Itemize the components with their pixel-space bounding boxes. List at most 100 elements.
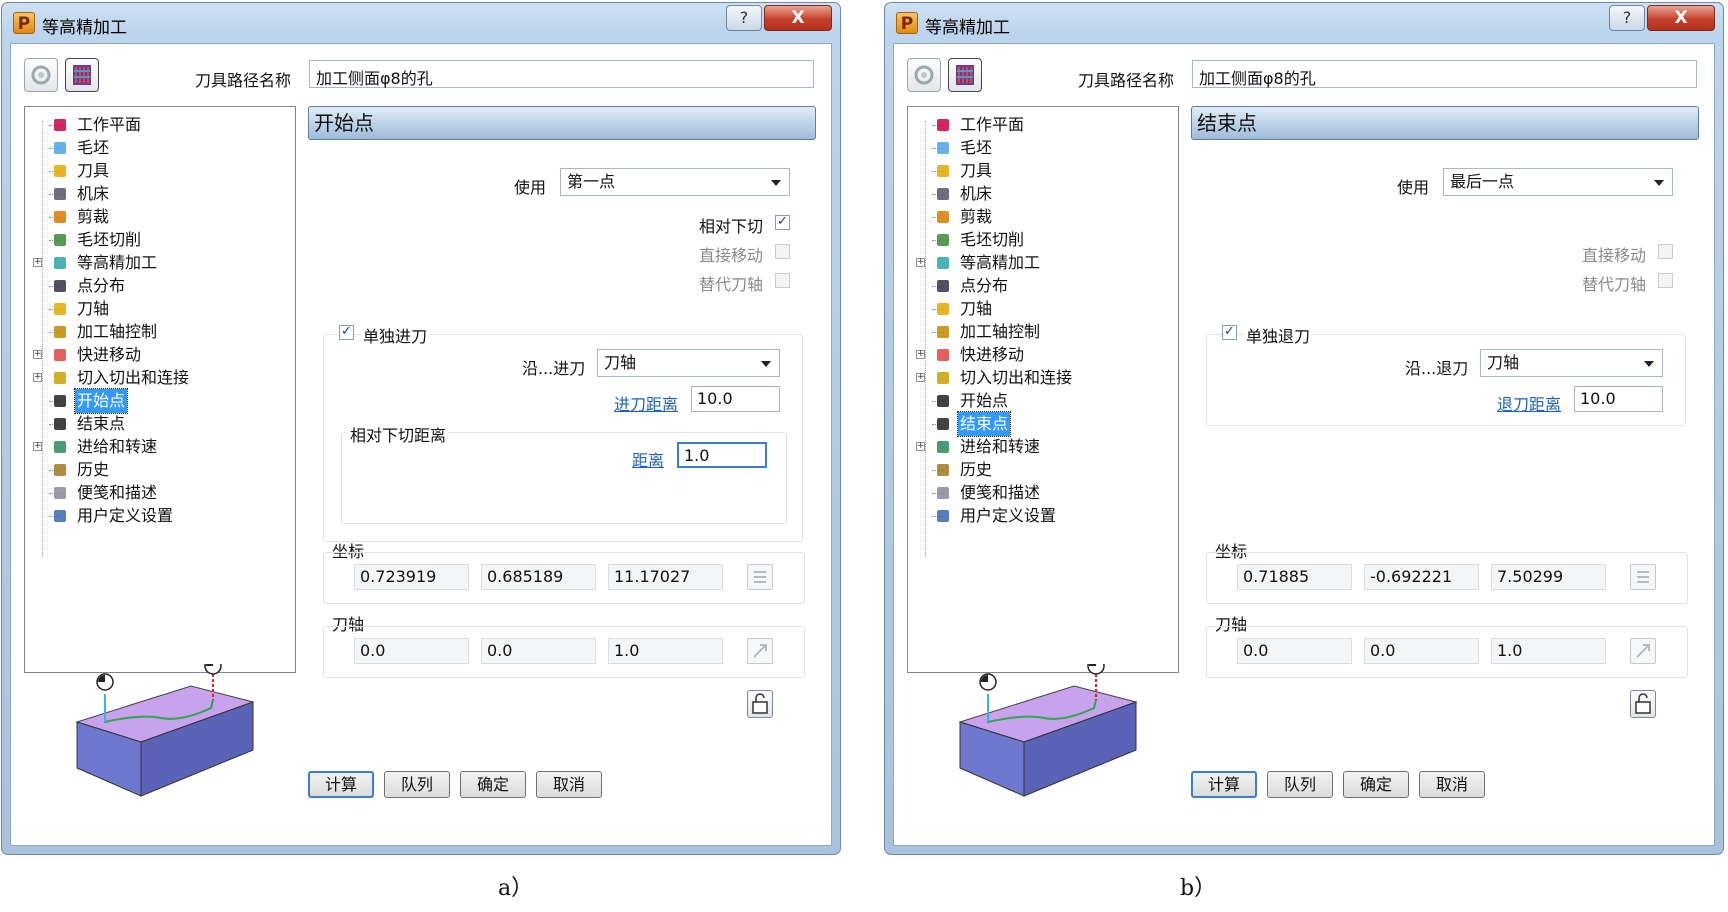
trim-icon bbox=[934, 208, 952, 226]
direct-move-checkbox[interactable] bbox=[775, 244, 790, 259]
axis-control-icon bbox=[51, 323, 69, 341]
tool-axis-edit-button[interactable] bbox=[747, 638, 773, 664]
expand-icon[interactable]: + bbox=[916, 350, 925, 359]
tree-guide-line bbox=[925, 121, 926, 557]
leads-links-icon bbox=[934, 369, 952, 387]
along-dropdown[interactable]: 刀轴 bbox=[597, 349, 780, 377]
use-dropdown[interactable]: 最后一点 bbox=[1443, 168, 1673, 196]
coordinates-list-button[interactable] bbox=[1630, 564, 1656, 590]
tree-item-label: 进给和转速 bbox=[77, 437, 158, 456]
queue-button[interactable]: 队列 bbox=[1267, 771, 1333, 798]
tree-item-label: 毛坯 bbox=[77, 138, 110, 157]
stock-cut-icon bbox=[51, 231, 69, 249]
axis-arrow-icon bbox=[753, 644, 767, 658]
toolpath-name-input[interactable]: 加工侧面φ8的孔 bbox=[1192, 60, 1697, 88]
lock-button[interactable] bbox=[1630, 690, 1656, 718]
check-icon: ✓ bbox=[777, 214, 788, 229]
use-dropdown[interactable]: 第一点 bbox=[560, 168, 790, 196]
along-dropdown[interactable]: 刀轴 bbox=[1480, 349, 1663, 377]
plunge-distance-input[interactable]: 1.0 bbox=[677, 442, 767, 468]
tree-item-label: 用户定义设置 bbox=[77, 506, 174, 525]
user-settings-icon bbox=[934, 507, 952, 525]
calculate-button[interactable]: 计算 bbox=[1191, 771, 1257, 798]
alt-axis-checkbox[interactable] bbox=[1658, 273, 1673, 288]
lock-button[interactable] bbox=[747, 690, 773, 718]
tree-item-label: 快进移动 bbox=[960, 345, 1025, 364]
expand-icon[interactable]: + bbox=[33, 442, 42, 451]
lead-out-distance-link[interactable]: 退刀距离 bbox=[1497, 391, 1561, 415]
queue-button[interactable]: 队列 bbox=[384, 771, 450, 798]
close-button[interactable]: X bbox=[1647, 5, 1715, 31]
toolpath-settings-button[interactable] bbox=[24, 58, 58, 92]
tree-item-label: 便笺和描述 bbox=[77, 483, 158, 502]
lead-in-distance-input[interactable]: 10.0 bbox=[691, 386, 780, 412]
notes-icon bbox=[934, 484, 952, 502]
close-button[interactable]: X bbox=[764, 5, 832, 31]
tool-axis-icon bbox=[51, 300, 69, 318]
tree-item-label: 切入切出和连接 bbox=[960, 368, 1073, 387]
ok-button[interactable]: 确定 bbox=[460, 771, 526, 798]
toolpath-settings-button[interactable] bbox=[907, 58, 941, 92]
title-bar[interactable]: P 等高精加工 ? X bbox=[2, 3, 840, 43]
relative-plunge-checkbox[interactable]: ✓ bbox=[775, 215, 790, 230]
help-button[interactable]: ? bbox=[726, 5, 762, 31]
calculate-button[interactable]: 计算 bbox=[308, 771, 374, 798]
use-dropdown-value: 第一点 bbox=[567, 172, 616, 191]
separate-lead-in-checkbox[interactable]: ✓ bbox=[339, 325, 354, 340]
chevron-down-icon bbox=[771, 180, 781, 186]
tool-axis-k: 1.0 bbox=[1491, 638, 1606, 664]
caption-a: a） bbox=[498, 876, 534, 901]
use-dropdown-value: 最后一点 bbox=[1450, 172, 1515, 191]
tree-item-label: 便笺和描述 bbox=[960, 483, 1041, 502]
chevron-down-icon bbox=[1644, 361, 1654, 367]
workplane-icon bbox=[51, 116, 69, 134]
direct-move-checkbox[interactable] bbox=[1658, 244, 1673, 259]
settings-tree[interactable]: 工作平面 毛坯 刀具 机床 剪裁 毛坯切削 + 等高精加工 点分布 刀轴 加工轴控制 + 快进移动 + 切入… bbox=[24, 106, 296, 673]
expand-icon[interactable]: + bbox=[33, 373, 42, 382]
expand-icon[interactable]: + bbox=[916, 373, 925, 382]
machine-icon bbox=[51, 185, 69, 203]
tool-axis-j: 0.0 bbox=[1364, 638, 1479, 664]
chevron-down-icon bbox=[1654, 180, 1664, 186]
check-icon: ✓ bbox=[341, 324, 352, 339]
expand-icon[interactable]: + bbox=[33, 350, 42, 359]
tool-axis-edit-button[interactable] bbox=[1630, 638, 1656, 664]
toolpath-preview-button[interactable] bbox=[948, 58, 982, 92]
toolpath-preview-button[interactable] bbox=[65, 58, 99, 92]
settings-tree[interactable]: 工作平面 毛坯 刀具 机床 剪裁 毛坯切削 + 等高精加工 点分布 刀轴 加工轴控制 + 快进移动 + 切入… bbox=[907, 106, 1179, 673]
rapid-move-icon bbox=[51, 346, 69, 364]
alt-axis-label: 替代刀轴 bbox=[699, 275, 764, 294]
tree-item-label: 快进移动 bbox=[77, 345, 142, 364]
ok-button[interactable]: 确定 bbox=[1343, 771, 1409, 798]
alt-axis-checkbox[interactable] bbox=[775, 273, 790, 288]
block-icon bbox=[51, 139, 69, 157]
toolpath-name-label: 刀具路径名称 bbox=[195, 71, 292, 90]
toolpath-name-input[interactable]: 加工侧面φ8的孔 bbox=[309, 60, 814, 88]
lead-out-distance-input[interactable]: 10.0 bbox=[1574, 386, 1663, 412]
window-title: 等高精加工 bbox=[42, 18, 127, 38]
feeds-speeds-icon bbox=[51, 438, 69, 456]
powermill-app-icon: P bbox=[896, 12, 918, 34]
workplane-icon bbox=[934, 116, 952, 134]
expand-icon[interactable]: + bbox=[916, 258, 925, 267]
title-bar[interactable]: P 等高精加工 ? X bbox=[885, 3, 1723, 43]
along-label: 沿...进刀 bbox=[522, 359, 586, 378]
tree-item-label: 结束点 bbox=[956, 411, 1012, 437]
separate-lead-in-label: 单独进刀 bbox=[361, 323, 430, 347]
tool-axis-icon bbox=[934, 300, 952, 318]
tool-axis-i: 0.0 bbox=[354, 638, 469, 664]
cancel-button[interactable]: 取消 bbox=[1419, 771, 1485, 798]
plunge-distance-link[interactable]: 距离 bbox=[632, 447, 664, 471]
separate-lead-out-checkbox[interactable]: ✓ bbox=[1222, 325, 1237, 340]
dialog-start-point: P 等高精加工 ? X 刀具路径名称 加工侧面φ8的孔 工作平面 毛坯 刀具 机床 剪裁… bbox=[1, 2, 841, 855]
tool-axis-j: 0.0 bbox=[481, 638, 596, 664]
help-button[interactable]: ? bbox=[1609, 5, 1645, 31]
expand-icon[interactable]: + bbox=[916, 442, 925, 451]
coordinates-list-button[interactable] bbox=[747, 564, 773, 590]
lead-in-distance-link[interactable]: 进刀距离 bbox=[614, 391, 678, 415]
tree-item-label: 等高精加工 bbox=[960, 253, 1041, 272]
expand-icon[interactable]: + bbox=[33, 258, 42, 267]
cancel-button[interactable]: 取消 bbox=[536, 771, 602, 798]
coordinate-y: 0.685189 bbox=[481, 564, 596, 590]
point-distribution-icon bbox=[51, 277, 69, 295]
